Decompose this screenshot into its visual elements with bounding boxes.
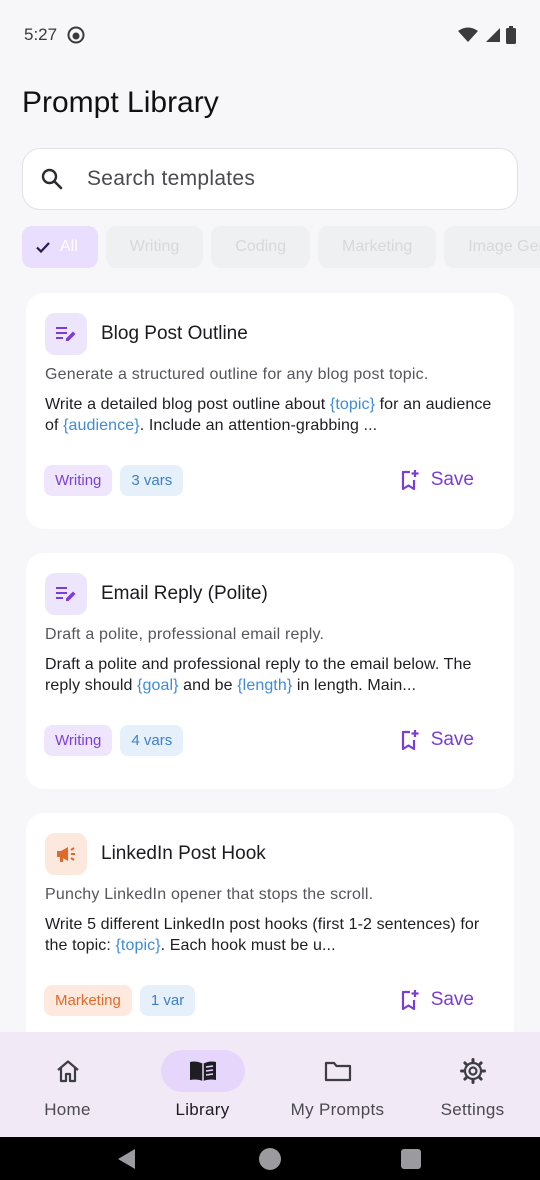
filter-chip-label: All bbox=[60, 238, 78, 255]
template-card[interactable]: Email Reply (Polite) Draft a polite, pro… bbox=[26, 553, 514, 789]
card-title: Blog Post Outline bbox=[101, 323, 248, 344]
megaphone-icon bbox=[57, 847, 75, 862]
vars-count-tag: 3 vars bbox=[120, 465, 184, 496]
folder-icon bbox=[324, 1061, 351, 1082]
category-tag: Writing bbox=[44, 465, 113, 496]
card-icon-box bbox=[45, 313, 87, 355]
save-button[interactable]: Save bbox=[401, 729, 474, 751]
notification-icon bbox=[67, 26, 85, 44]
status-time: 5:27 bbox=[24, 25, 58, 44]
search-icon bbox=[41, 168, 63, 190]
card-description: Draft a polite, professional email reply… bbox=[45, 626, 325, 643]
card-prompt-preview: Write 5 different LinkedIn post hooks (f… bbox=[45, 914, 499, 956]
prompt-variable: {topic} bbox=[115, 937, 161, 954]
system-navigation-bar bbox=[0, 1137, 540, 1180]
home-icon bbox=[56, 1060, 79, 1083]
filter-chip-all[interactable]: All bbox=[22, 226, 98, 268]
template-card[interactable]: Blog Post Outline Generate a structured … bbox=[26, 293, 514, 529]
vars-count-tag: 4 vars bbox=[120, 725, 184, 756]
check-icon bbox=[36, 241, 50, 253]
nav-icon-container bbox=[431, 1050, 515, 1092]
prompt-text: Write a detailed blog post outline about bbox=[45, 396, 330, 413]
filter-chip-label: Marketing bbox=[341, 238, 413, 255]
filter-chip-coding[interactable]: Coding bbox=[211, 226, 310, 268]
card-prompt-preview: Draft a polite and professional reply to… bbox=[45, 654, 499, 696]
save-label: Save bbox=[430, 729, 474, 750]
save-label: Save bbox=[430, 989, 474, 1010]
card-icon-box bbox=[45, 833, 87, 875]
edit-note-icon bbox=[56, 587, 76, 601]
save-button[interactable]: Save bbox=[401, 469, 474, 491]
nav-item-home[interactable]: Home bbox=[0, 1032, 135, 1137]
prompt-variable: {goal} bbox=[137, 677, 179, 694]
card-title: Email Reply (Polite) bbox=[101, 583, 268, 604]
wifi-icon bbox=[458, 27, 478, 42]
card-description: Generate a structured outline for any bl… bbox=[45, 366, 429, 383]
save-label: Save bbox=[430, 469, 474, 490]
nav-label: Settings bbox=[440, 1100, 505, 1119]
status-bar: 5:27 bbox=[0, 0, 540, 70]
nav-label: Library bbox=[175, 1100, 230, 1119]
recents-icon[interactable] bbox=[401, 1149, 421, 1169]
page-title: Prompt Library bbox=[22, 86, 219, 119]
nav-label: Home bbox=[44, 1100, 91, 1119]
nav-item-library[interactable]: Library bbox=[135, 1032, 270, 1137]
card-prompt-preview: Write a detailed blog post outline about… bbox=[45, 394, 499, 436]
vars-count-tag: 1 var bbox=[139, 985, 196, 1016]
signal-icon bbox=[486, 28, 500, 42]
gear-icon bbox=[459, 1058, 486, 1084]
filter-chip-marketing[interactable]: Marketing bbox=[317, 226, 437, 268]
book-icon bbox=[189, 1061, 216, 1081]
battery-icon bbox=[506, 26, 516, 44]
prompt-text: and be bbox=[178, 677, 238, 694]
prompt-variable: {length} bbox=[237, 677, 293, 694]
search-input[interactable] bbox=[87, 167, 467, 191]
nav-icon-container bbox=[296, 1050, 380, 1092]
filter-chip-label: Coding bbox=[235, 238, 286, 255]
category-filter-row: All Writing Coding Marketing Image Gen bbox=[22, 226, 540, 268]
filter-chip-label: Writing bbox=[129, 238, 180, 255]
prompt-variable: {audience} bbox=[63, 417, 140, 434]
nav-item-settings[interactable]: Settings bbox=[405, 1032, 540, 1137]
bookmark-add-icon bbox=[401, 990, 419, 1011]
template-card[interactable]: LinkedIn Post Hook Punchy LinkedIn opene… bbox=[26, 813, 514, 1032]
bookmark-add-icon bbox=[401, 470, 419, 491]
filter-chip-writing[interactable]: Writing bbox=[105, 226, 204, 268]
save-button[interactable]: Save bbox=[401, 989, 474, 1011]
prompt-text: . Include an attention-grabbing ... bbox=[139, 417, 378, 434]
category-tag: Marketing bbox=[44, 985, 132, 1016]
bottom-navigation: Home Library My Prompts Settings bbox=[0, 1032, 540, 1137]
filter-chip-label: Image Gen bbox=[468, 238, 540, 255]
category-tag: Writing bbox=[44, 725, 113, 756]
nav-label: My Prompts bbox=[290, 1100, 385, 1119]
filter-chip-image-gen[interactable]: Image Gen bbox=[444, 226, 540, 268]
back-icon[interactable] bbox=[116, 1148, 138, 1170]
template-list: Blog Post Outline Generate a structured … bbox=[0, 292, 540, 1032]
card-icon-box bbox=[45, 573, 87, 615]
search-bar[interactable] bbox=[22, 148, 518, 210]
prompt-text: in length. Main... bbox=[292, 677, 417, 694]
nav-icon-container bbox=[26, 1050, 110, 1092]
card-title: LinkedIn Post Hook bbox=[101, 843, 266, 864]
home-circle-icon[interactable] bbox=[259, 1148, 281, 1170]
bookmark-add-icon bbox=[401, 730, 419, 751]
nav-item-my-prompts[interactable]: My Prompts bbox=[270, 1032, 405, 1137]
nav-icon-container bbox=[160, 1050, 245, 1092]
card-description: Punchy LinkedIn opener that stops the sc… bbox=[45, 886, 374, 903]
prompt-text: . Each hook must be u... bbox=[160, 937, 336, 954]
edit-note-icon bbox=[56, 327, 76, 341]
prompt-variable: {topic} bbox=[329, 396, 376, 413]
